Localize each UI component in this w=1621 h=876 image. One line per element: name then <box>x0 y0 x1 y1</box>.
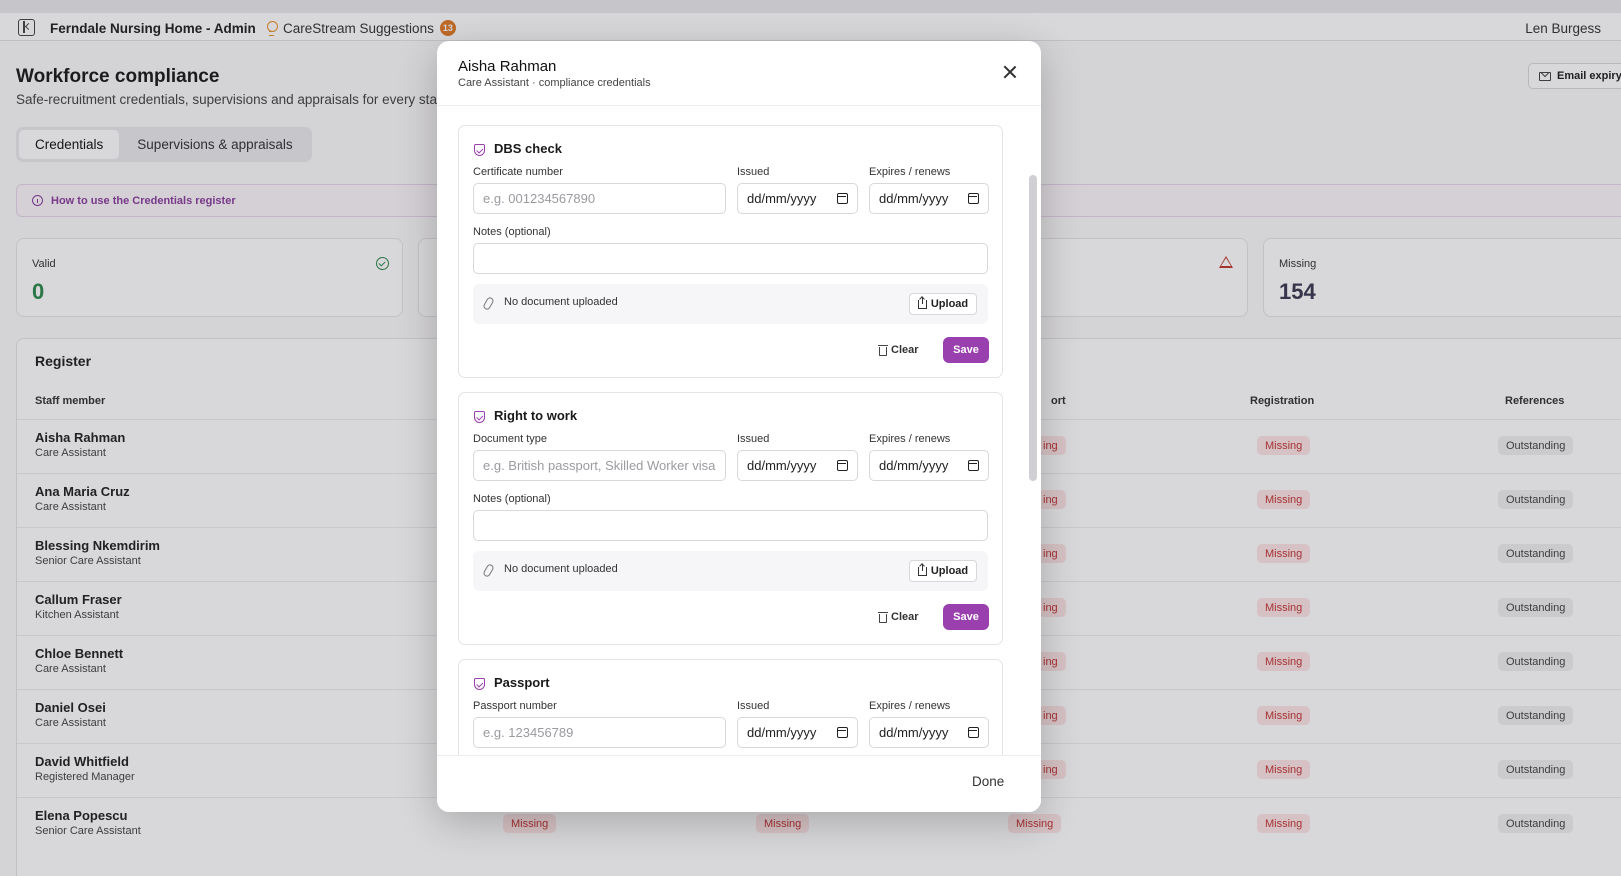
notes-input[interactable] <box>473 243 988 274</box>
credential-title: Passport <box>494 675 550 690</box>
calendar-icon[interactable] <box>968 193 979 204</box>
dialog-footer: Done <box>437 755 1041 812</box>
dialog-header: Aisha Rahman Care Assistant · compliance… <box>437 41 1041 106</box>
save-button[interactable]: Save <box>943 604 989 630</box>
field-label: Document type <box>473 433 547 445</box>
issued-date-input[interactable]: dd/mm/yyyy <box>737 450 858 481</box>
upload-label: Upload <box>930 298 969 310</box>
paperclip-icon <box>482 296 495 311</box>
field-label: Passport number <box>473 700 557 712</box>
calendar-icon[interactable] <box>968 727 979 738</box>
expires-date-input[interactable]: dd/mm/yyyy <box>869 717 989 748</box>
date-placeholder: dd/mm/yyyy <box>747 191 817 206</box>
document-type-input[interactable] <box>473 450 726 481</box>
save-button[interactable]: Save <box>943 337 989 363</box>
passport-number-input[interactable] <box>473 717 726 748</box>
clear-label: Clear <box>891 344 919 356</box>
notes-label: Notes (optional) <box>473 493 551 505</box>
field-label: Certificate number <box>473 166 563 178</box>
certificate-number-input[interactable] <box>473 183 726 214</box>
credential-title: Right to work <box>494 408 578 423</box>
date-placeholder: dd/mm/yyyy <box>879 191 949 206</box>
upload-icon <box>917 563 927 576</box>
date-placeholder: dd/mm/yyyy <box>747 458 817 473</box>
expires-label: Expires / renews <box>869 166 951 178</box>
credential-title: DBS check <box>494 141 562 156</box>
document-status: No document uploaded <box>504 296 618 308</box>
credentials-dialog: Aisha Rahman Care Assistant · compliance… <box>437 41 1041 812</box>
notes-input[interactable] <box>473 510 988 541</box>
dialog-subtitle: Care Assistant · compliance credentials <box>458 77 651 89</box>
trash-icon <box>878 611 888 623</box>
shield-check-icon <box>474 411 485 423</box>
expires-label: Expires / renews <box>869 433 951 445</box>
credential-card-dbs: DBS check Certificate number Issued dd/m… <box>458 125 1003 378</box>
date-placeholder: dd/mm/yyyy <box>747 725 817 740</box>
date-placeholder: dd/mm/yyyy <box>879 458 949 473</box>
paperclip-icon <box>482 563 495 578</box>
clear-label: Clear <box>891 611 919 623</box>
shield-check-icon <box>474 678 485 690</box>
shield-check-icon <box>474 144 485 156</box>
clear-button[interactable]: Clear <box>878 338 919 362</box>
credential-card-passport: Passport Passport number Issued dd/mm/yy… <box>458 659 1003 755</box>
issued-label: Issued <box>737 166 770 178</box>
credential-card-right-to-work: Right to work Document type Issued dd/mm… <box>458 392 1003 645</box>
dialog-title: Aisha Rahman <box>458 58 557 75</box>
issued-date-input[interactable]: dd/mm/yyyy <box>737 183 858 214</box>
dialog-scrollbar[interactable] <box>1029 175 1037 481</box>
close-icon[interactable] <box>1003 65 1017 79</box>
expires-date-input[interactable]: dd/mm/yyyy <box>869 183 989 214</box>
upload-label: Upload <box>930 565 969 577</box>
upload-icon <box>917 296 927 309</box>
document-row: No document uploaded Upload <box>473 284 988 324</box>
expires-date-input[interactable]: dd/mm/yyyy <box>869 450 989 481</box>
calendar-icon[interactable] <box>837 193 848 204</box>
upload-button[interactable]: Upload <box>909 293 977 315</box>
dialog-body: DBS check Certificate number Issued dd/m… <box>437 107 1041 755</box>
expires-label: Expires / renews <box>869 700 951 712</box>
clear-button[interactable]: Clear <box>878 605 919 629</box>
document-status: No document uploaded <box>504 563 618 575</box>
upload-button[interactable]: Upload <box>909 560 977 582</box>
document-row: No document uploaded Upload <box>473 551 988 591</box>
issued-label: Issued <box>737 700 770 712</box>
calendar-icon[interactable] <box>968 460 979 471</box>
notes-label: Notes (optional) <box>473 226 551 238</box>
issued-label: Issued <box>737 433 770 445</box>
issued-date-input[interactable]: dd/mm/yyyy <box>737 717 858 748</box>
calendar-icon[interactable] <box>837 727 848 738</box>
done-button[interactable]: Done <box>972 774 1004 789</box>
date-placeholder: dd/mm/yyyy <box>879 725 949 740</box>
calendar-icon[interactable] <box>837 460 848 471</box>
trash-icon <box>878 344 888 356</box>
